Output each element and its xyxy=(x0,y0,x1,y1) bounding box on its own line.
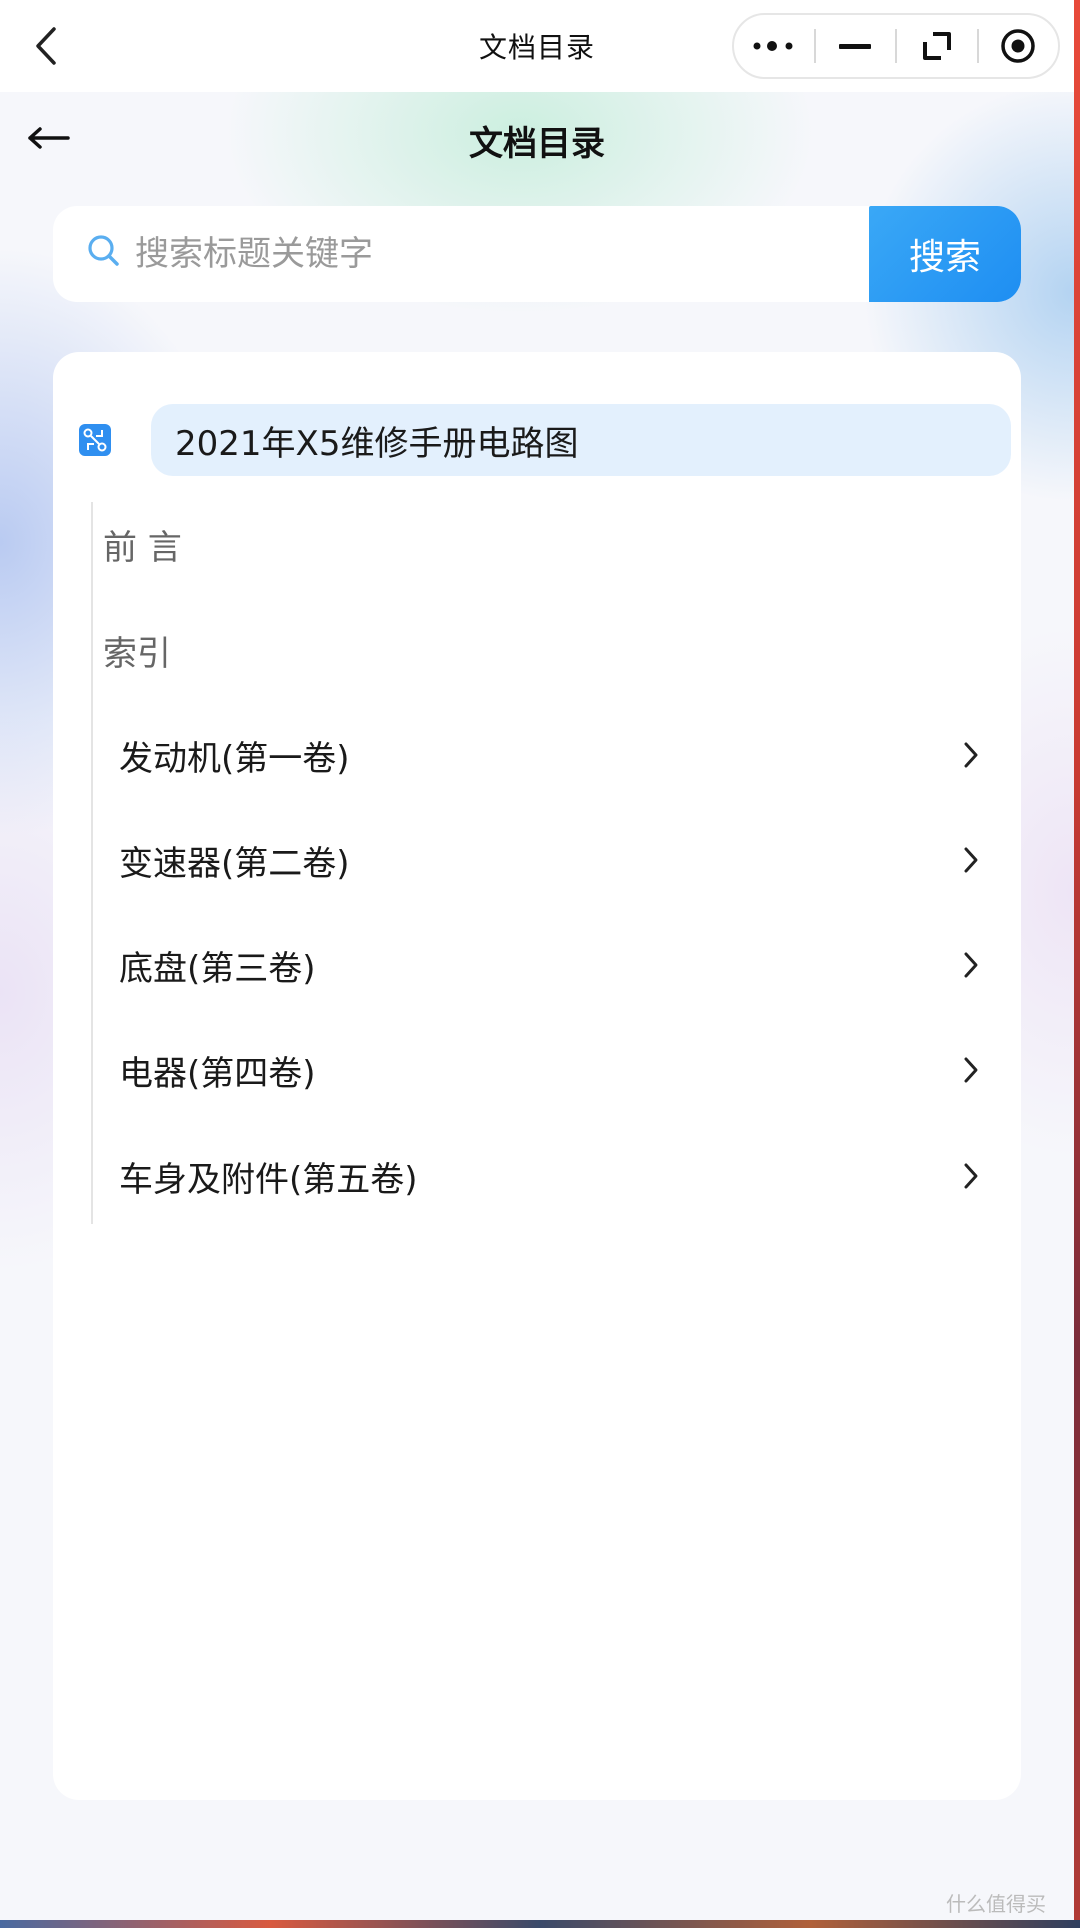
tree-item-label: 发动机(第一卷) xyxy=(119,738,350,779)
expand-icon[interactable] xyxy=(897,15,977,77)
taskbar-edge xyxy=(0,1920,1080,1928)
capsule-menu xyxy=(732,13,1060,79)
tree-item-body[interactable]: 车身及附件(第五卷) xyxy=(119,1136,989,1216)
tree-item-preface[interactable]: 前 言 xyxy=(103,504,993,584)
watermark: 什么值得买 xyxy=(946,1892,1046,1916)
tree-item-index[interactable]: 索引 xyxy=(103,610,993,690)
record-icon[interactable] xyxy=(979,15,1059,77)
tree-item-label: 车身及附件(第五卷) xyxy=(119,1159,418,1200)
tree-item-label: 索引 xyxy=(103,633,171,674)
more-dots-icon[interactable] xyxy=(734,15,814,77)
page-header: 文档目录 xyxy=(0,92,1074,184)
window-edge xyxy=(1074,0,1080,1928)
tree-item-engine[interactable]: 发动机(第一卷) xyxy=(119,715,989,795)
chevron-right-icon xyxy=(953,1052,989,1088)
tree-item-electrical[interactable]: 电器(第四卷) xyxy=(119,1030,989,1110)
search-icon xyxy=(87,234,127,274)
app-frame: 文档目录 文档目录 搜索标题关键字 搜索 2021年X5维修手册电路图 前 言 … xyxy=(0,0,1074,1928)
page-title: 文档目录 xyxy=(469,124,605,164)
tree-connector-line xyxy=(91,502,93,1224)
chevron-right-icon xyxy=(953,947,989,983)
tree-root-label: 2021年X5维修手册电路图 xyxy=(151,404,1011,476)
search-button[interactable]: 搜索 xyxy=(869,206,1021,302)
circuit-icon xyxy=(79,424,111,456)
catalog-card: 2021年X5维修手册电路图 前 言 索引 发动机(第一卷) 变速器(第二卷) … xyxy=(53,352,1021,1800)
search-bar: 搜索 xyxy=(53,206,1021,302)
tree-item-label: 底盘(第三卷) xyxy=(119,948,316,989)
chevron-right-icon xyxy=(953,1158,989,1194)
tree-item-label: 前 言 xyxy=(103,527,182,568)
top-bar: 文档目录 xyxy=(0,0,1074,92)
minimize-icon[interactable] xyxy=(816,15,896,77)
chevron-right-icon xyxy=(953,842,989,878)
chevron-right-icon xyxy=(953,737,989,773)
tree-item-label: 变速器(第二卷) xyxy=(119,843,350,884)
tree-item-chassis[interactable]: 底盘(第三卷) xyxy=(119,925,989,1005)
tree-item-transmission[interactable]: 变速器(第二卷) xyxy=(119,820,989,900)
tree-root[interactable]: 2021年X5维修手册电路图 xyxy=(79,404,1011,476)
search-input[interactable] xyxy=(135,206,915,302)
tree-item-label: 电器(第四卷) xyxy=(119,1053,316,1094)
